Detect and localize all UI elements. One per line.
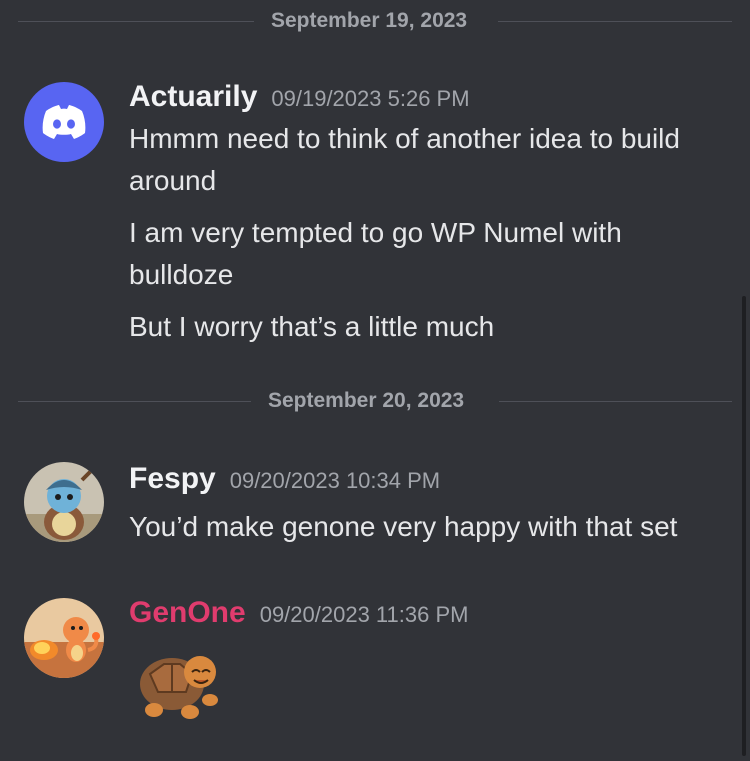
divider-date-label: September 19, 2023 <box>257 9 482 33</box>
author-name[interactable]: Fespy <box>129 462 216 495</box>
divider-date-label: September 20, 2023 <box>254 389 479 413</box>
message-author[interactable]: Fespy 09/20/2023 10:34 PM <box>129 462 440 496</box>
message-timestamp: 09/20/2023 10:34 PM <box>229 468 441 493</box>
message-author[interactable]: Actuarily 09/19/2023 5:26 PM <box>129 80 470 114</box>
date-divider: September 20, 2023 <box>18 389 732 413</box>
message-text: You’d make genone very happy with that s… <box>129 511 678 542</box>
message-text: I am very tempted to go WP Numel with bu… <box>129 217 622 290</box>
author-name[interactable]: Actuarily <box>129 80 257 113</box>
sticker[interactable] <box>134 644 226 728</box>
torkoal-sticker <box>140 656 218 719</box>
date-divider: September 19, 2023 <box>18 9 732 33</box>
discord-logo-icon <box>42 105 86 139</box>
avatar[interactable] <box>24 462 104 542</box>
squirtle-avatar <box>24 462 104 542</box>
scrollbar[interactable] <box>742 296 746 756</box>
message-text: Hmmm need to think of another idea to bu… <box>129 123 680 196</box>
message-timestamp: 09/20/2023 11:36 PM <box>259 602 469 627</box>
author-name[interactable]: GenOne <box>129 596 246 629</box>
message-author[interactable]: GenOne 09/20/2023 11:36 PM <box>129 596 468 630</box>
message-timestamp: 09/19/2023 5:26 PM <box>271 86 470 111</box>
charmander-avatar <box>24 598 104 678</box>
avatar[interactable] <box>24 598 104 678</box>
message-text: But I worry that’s a little much <box>129 311 495 342</box>
avatar[interactable] <box>24 82 104 162</box>
